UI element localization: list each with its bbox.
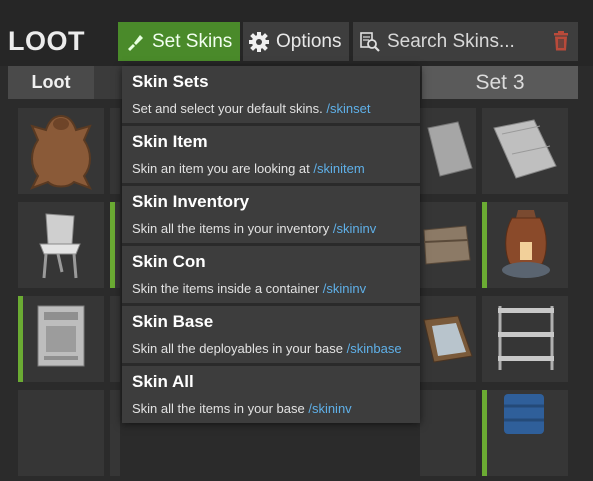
menu-item-title: Skin Inventory (132, 192, 250, 211)
search-placeholder: Search Skins... (387, 30, 515, 52)
menu-item-command: /skinbase (346, 341, 402, 356)
sheet-metal-icon (493, 119, 557, 179)
gear-icon (248, 31, 270, 53)
shelves-icon (498, 306, 554, 370)
search-icon (359, 31, 381, 53)
grid-cell[interactable] (110, 390, 120, 476)
grid-cell[interactable] (420, 202, 476, 288)
grid-cell[interactable] (420, 296, 476, 382)
selected-marker (482, 390, 487, 476)
menu-item-title: Skin All (132, 372, 194, 391)
grid-cell[interactable] (482, 202, 568, 288)
options-button[interactable]: Options (243, 22, 349, 61)
grid-cell[interactable] (420, 108, 476, 194)
menu-item-command: /skinitem (313, 161, 365, 176)
tab-loot[interactable]: Loot (8, 66, 94, 99)
menu-item-description: Set and select your default skins. /skin… (132, 101, 371, 116)
large-box-icon (423, 225, 471, 265)
grid-cell[interactable] (110, 202, 120, 288)
barrel-icon (504, 394, 544, 434)
tab-set-3[interactable]: Set 3 (422, 66, 578, 99)
menu-item-skin-item[interactable]: Skin Item Skin an item you are looking a… (122, 126, 420, 183)
set-skins-button[interactable]: Set Skins (118, 22, 240, 61)
grid-cell[interactable] (18, 202, 104, 288)
grid-cell[interactable] (110, 108, 120, 194)
menu-item-title: Skin Base (132, 312, 214, 331)
paint-brush-icon (124, 31, 146, 53)
set-skins-label: Set Skins (152, 30, 233, 52)
menu-item-description: Skin all the items in your inventory /sk… (132, 221, 377, 236)
search-input[interactable]: Search Skins... (353, 22, 578, 61)
sheet-metal-icon (427, 121, 473, 177)
menu-item-description: Skin the items inside a container /skini… (132, 281, 367, 296)
menu-item-skin-sets[interactable]: Skin Sets Set and select your default sk… (122, 66, 420, 123)
grid-cell[interactable] (420, 390, 476, 476)
menu-item-title: Skin Con (132, 252, 206, 271)
grid-cell[interactable] (18, 296, 104, 382)
picture-frame-icon (423, 315, 473, 363)
grid-cell[interactable] (18, 390, 104, 476)
grid-cell[interactable] (110, 296, 120, 382)
menu-item-skin-inventory[interactable]: Skin Inventory Skin all the items in you… (122, 186, 420, 243)
menu-item-title: Skin Item (132, 132, 208, 151)
bear-rug-icon (29, 114, 93, 190)
options-label: Options (276, 30, 342, 52)
page-title: LOOT (8, 26, 85, 56)
menu-item-command: /skininv (332, 221, 377, 236)
set-skins-menu: Skin Sets Set and select your default sk… (122, 66, 420, 423)
selected-marker (482, 202, 487, 288)
menu-item-skin-con[interactable]: Skin Con Skin the items inside a contain… (122, 246, 420, 303)
grid-cell[interactable] (18, 108, 104, 194)
selected-marker (18, 296, 23, 382)
furnace-icon (502, 210, 550, 278)
menu-item-title: Skin Sets (132, 72, 209, 91)
grid-cell[interactable] (482, 108, 568, 194)
menu-item-description: Skin all the deployables in your base /s… (132, 341, 402, 356)
menu-item-description: Skin an item you are looking at /skinite… (132, 161, 365, 176)
wanted-poster-icon (37, 305, 85, 367)
selected-marker (110, 202, 115, 288)
menu-item-description: Skin all the items in your base /skininv (132, 401, 352, 416)
trash-icon[interactable] (552, 31, 570, 57)
menu-item-skin-base[interactable]: Skin Base Skin all the deployables in yo… (122, 306, 420, 363)
menu-item-command: /skininv (308, 401, 352, 416)
chair-icon (39, 213, 81, 279)
grid-cell[interactable] (482, 296, 568, 382)
menu-item-command: /skinset (326, 101, 371, 116)
menu-item-skin-all[interactable]: Skin All Skin all the items in your base… (122, 366, 420, 423)
menu-item-command: /skininv (322, 281, 367, 296)
grid-cell[interactable] (482, 390, 568, 476)
